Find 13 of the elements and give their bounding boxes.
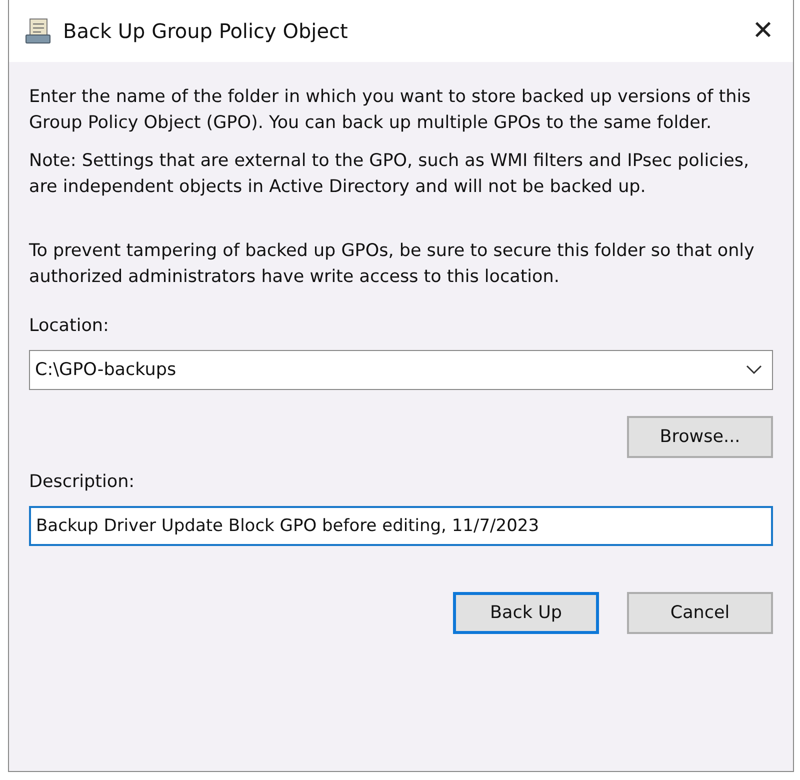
instruction-text: To prevent tampering of backed up GPOs, be sure to secure this folder so that only authorized administrators have write access to this location.	[29, 240, 756, 289]
chevron-down-icon[interactable]	[746, 365, 762, 375]
cancel-button[interactable]: Cancel	[627, 592, 773, 634]
browse-button[interactable]: Browse...	[627, 416, 773, 458]
back-up-button[interactable]: Back Up	[453, 592, 599, 634]
description-field[interactable]: Backup Driver Update Block GPO before editing, 11/7/2023	[29, 506, 773, 546]
location-combo-box[interactable]: C:\GPO-backups	[29, 350, 773, 390]
description-label: Description:	[29, 472, 136, 492]
location-label: Location:	[29, 316, 110, 336]
close-button[interactable]: ✕	[733, 1, 793, 61]
window-title: Back Up Group Policy Object	[63, 19, 349, 43]
instruction-text: Note: Settings that are external to the GPO, such as WMI filters and IPsec policies, are independent objects in Active Directory and will not be backed up.	[29, 150, 750, 199]
instruction-text: Enter the name of the folder in which you want to store backed up versions of this Group Policy Object (GPO). You can back up multiple GPOs to the same folder.	[29, 86, 752, 135]
